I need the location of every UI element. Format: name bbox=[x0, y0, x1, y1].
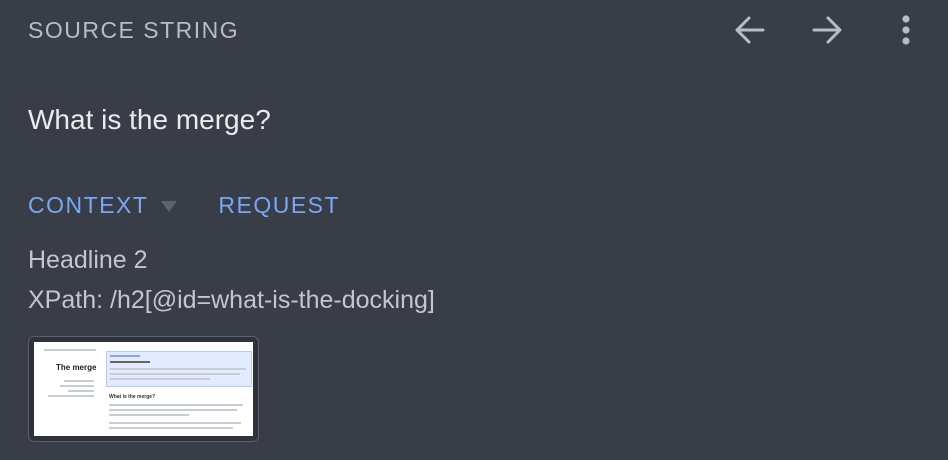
arrow-right-icon bbox=[812, 16, 842, 44]
tab-request-label: REQUEST bbox=[218, 192, 341, 218]
preview-highlight bbox=[106, 351, 252, 387]
more-options-button[interactable] bbox=[884, 8, 928, 52]
element-type: Headline 2 bbox=[28, 246, 148, 274]
xpath-text: XPath: /h2[@id=what-is-the-docking] bbox=[28, 286, 435, 314]
tab-request[interactable]: REQUEST bbox=[218, 192, 340, 219]
screenshot-thumbnail[interactable]: The merge What is the merge? bbox=[28, 336, 259, 442]
source-string-text: What is the merge? bbox=[28, 104, 271, 135]
panel-title: SOURCE STRING bbox=[28, 17, 240, 43]
context-tabs: CONTEXT REQUEST bbox=[28, 192, 340, 219]
arrow-left-icon bbox=[735, 16, 765, 44]
tab-context-label: CONTEXT bbox=[28, 192, 149, 218]
caret-down-icon[interactable] bbox=[160, 192, 178, 219]
forward-button[interactable] bbox=[805, 8, 849, 52]
back-button[interactable] bbox=[728, 8, 772, 52]
more-vertical-icon bbox=[902, 15, 910, 45]
preview-page-title: The merge bbox=[56, 363, 97, 372]
preview-heading: What is the merge? bbox=[109, 394, 156, 400]
screenshot-preview: The merge What is the merge? bbox=[34, 342, 253, 436]
tab-context[interactable]: CONTEXT bbox=[28, 192, 218, 219]
